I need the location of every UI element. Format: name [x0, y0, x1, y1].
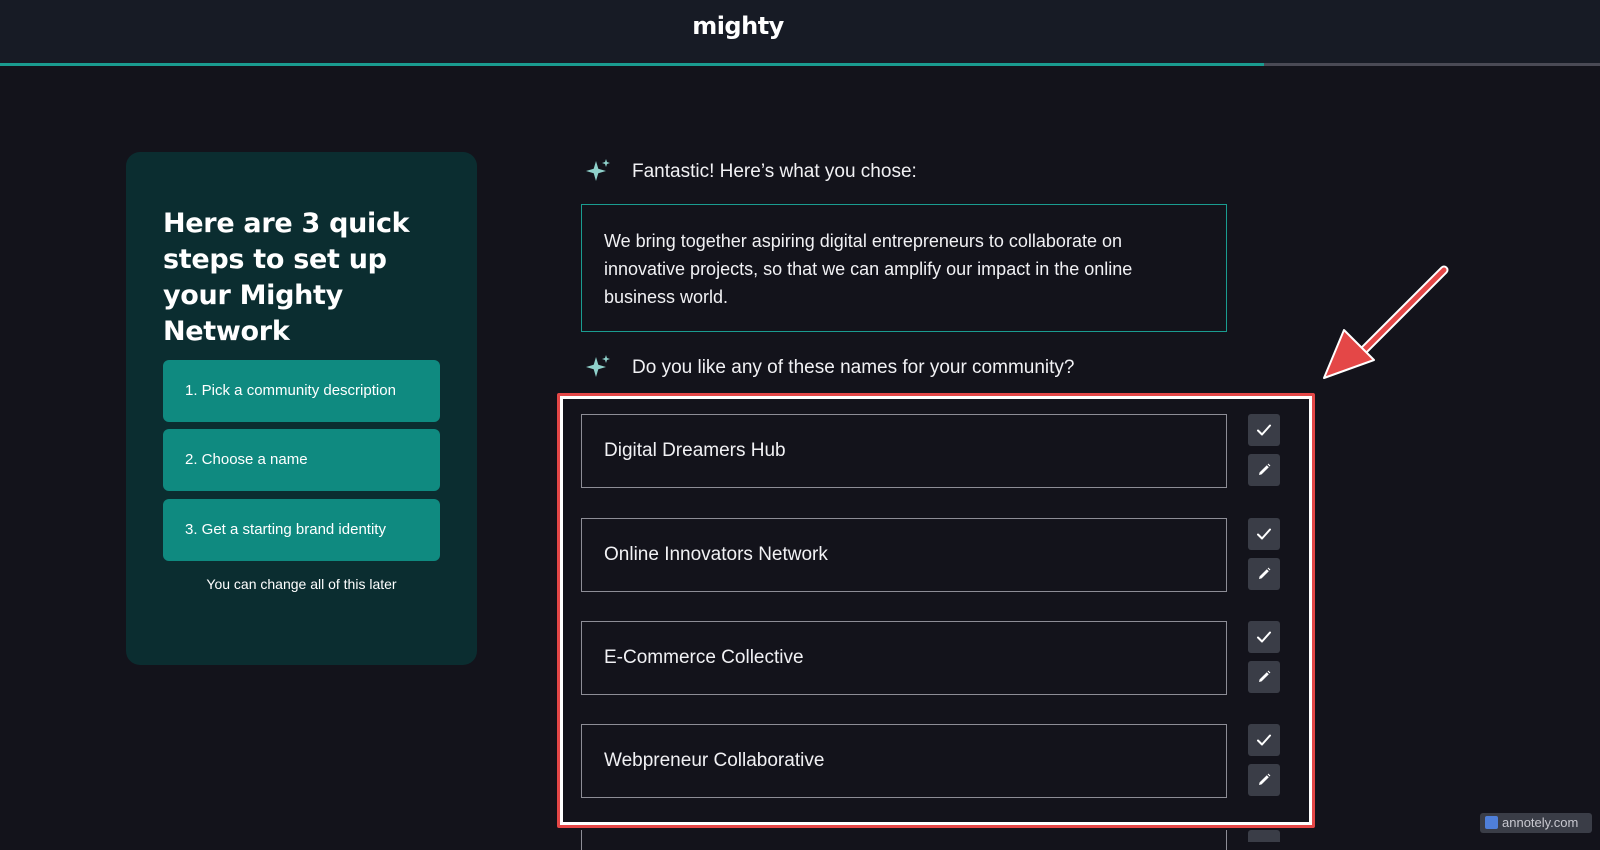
annotation-arrow-icon	[1323, 265, 1449, 379]
top-bar: mighty	[0, 0, 1600, 64]
annotation-highlight-box	[557, 393, 1315, 828]
annotely-watermark: annotely.com	[1480, 813, 1592, 833]
annotely-logo-icon	[1485, 816, 1498, 829]
step-choose-name[interactable]: 2. Choose a name	[163, 429, 440, 491]
name-suggestions-prompt: Do you like any of these names for your …	[632, 357, 1075, 378]
mighty-logo[interactable]: mighty	[0, 12, 1476, 40]
chosen-description-prompt: Fantastic! Here’s what you chose:	[632, 161, 917, 182]
step-brand-identity[interactable]: 3. Get a starting brand identity	[163, 499, 440, 561]
sparkle-icon	[586, 355, 610, 377]
watermark-text: annotely.com	[1502, 815, 1579, 830]
community-description: We bring together aspiring digital entre…	[581, 204, 1227, 332]
step-pick-description[interactable]: 1. Pick a community description	[163, 360, 440, 422]
setup-steps-panel: Here are 3 quick steps to set up your Mi…	[126, 152, 477, 665]
name-option-partial[interactable]	[581, 830, 1227, 850]
progress-bar-fill	[0, 63, 1264, 66]
accept-name-button[interactable]	[1248, 830, 1280, 842]
progress-bar	[0, 63, 1600, 66]
change-later-note: You can change all of this later	[206, 576, 397, 592]
setup-steps-title: Here are 3 quick steps to set up your Mi…	[163, 208, 410, 347]
sparkle-icon	[586, 159, 610, 181]
